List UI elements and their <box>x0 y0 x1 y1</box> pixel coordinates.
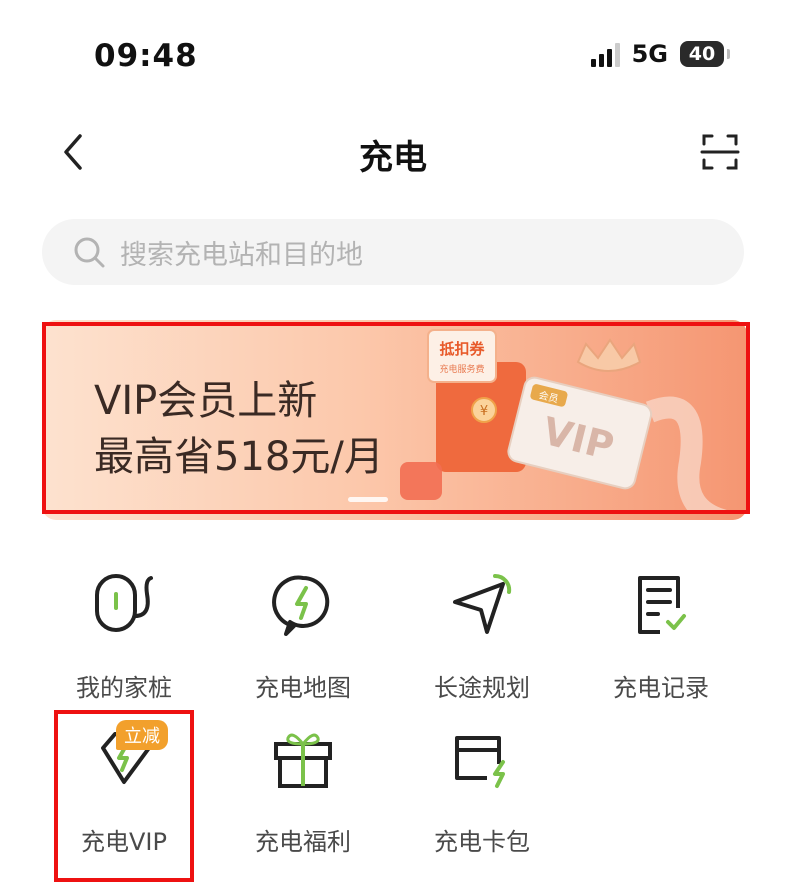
scan-icon[interactable] <box>700 132 740 172</box>
service-label: 充电福利 <box>255 828 351 856</box>
status-time: 09:48 <box>94 38 198 74</box>
service-charging-benefits[interactable]: 充电福利 <box>223 724 383 857</box>
service-label: 充电记录 <box>613 674 709 702</box>
network-type: 5G <box>631 40 668 68</box>
search-icon <box>74 237 105 268</box>
service-label: 我的家桩 <box>76 674 172 702</box>
service-label: 充电卡包 <box>434 828 530 856</box>
coupon-title: 抵扣券 <box>439 340 485 358</box>
navigation-icon <box>453 573 512 634</box>
page-title: 充电 <box>359 138 427 178</box>
gift-icon <box>274 733 332 788</box>
banner-headline: VIP会员上新 <box>94 378 318 424</box>
battery-icon: 40 <box>680 41 730 67</box>
service-home-charger[interactable]: 我的家桩 <box>44 570 204 703</box>
service-charging-map[interactable]: 充电地图 <box>223 570 383 703</box>
service-label: 长途规划 <box>434 674 530 702</box>
battery-level: 40 <box>688 43 716 65</box>
search-placeholder: 搜索充电站和目的地 <box>120 239 363 271</box>
coupon-subtitle: 充电服务费 <box>439 363 484 375</box>
home-charger-icon <box>95 574 153 632</box>
crown-icon <box>576 338 642 372</box>
service-card-wallet[interactable]: 充电卡包 <box>402 724 562 857</box>
map-pin-charge-icon <box>272 575 330 636</box>
currency-symbol: ¥ <box>480 404 488 419</box>
service-charging-records[interactable]: 充电记录 <box>581 570 741 703</box>
banner-subheadline: 最高省518元/月 <box>94 434 384 480</box>
card-wallet-icon <box>455 736 505 788</box>
service-label: 充电地图 <box>255 674 351 702</box>
search-bar[interactable]: 搜索充电站和目的地 <box>42 219 744 285</box>
banner-illustration: 抵扣券 充电服务费 ¥ VIP 会员 <box>400 329 733 512</box>
vip-highlight-frame <box>54 710 194 882</box>
carousel-indicator <box>348 497 388 502</box>
signal-icon <box>590 41 620 67</box>
status-indicators: 5G 40 <box>590 40 730 68</box>
service-trip-planning[interactable]: 长途规划 <box>402 570 562 703</box>
record-icon <box>638 576 686 634</box>
